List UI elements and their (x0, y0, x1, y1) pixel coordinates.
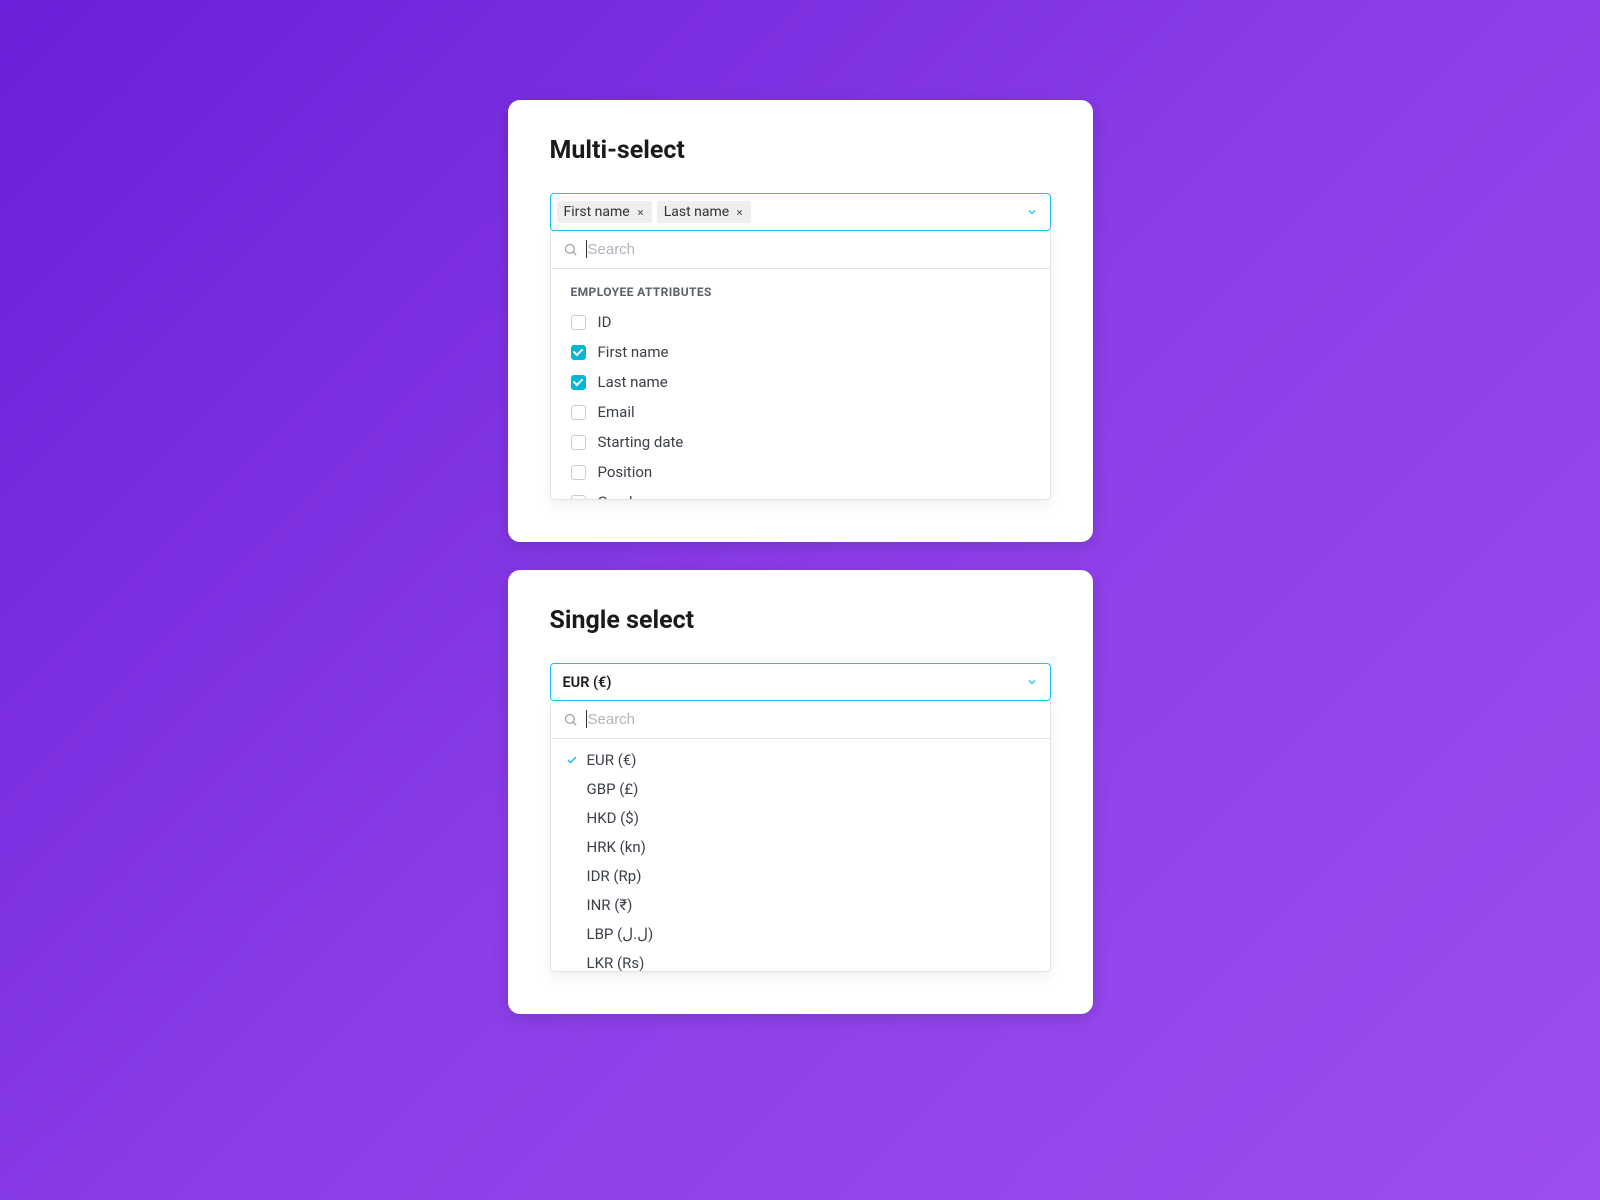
multi-select-option[interactable]: ID (551, 307, 1050, 337)
option-label: Starting date (598, 433, 684, 451)
single-select-option[interactable]: LBP (ل.ل) (551, 919, 1050, 948)
single-select-value: EUR (€) (563, 674, 612, 691)
option-label: Email (598, 403, 635, 421)
multi-select-option[interactable]: Last name (551, 367, 1050, 397)
option-label: Gender (598, 493, 646, 499)
close-icon[interactable] (735, 208, 744, 217)
multi-select-option[interactable]: Starting date (551, 427, 1050, 457)
checkbox[interactable] (571, 345, 586, 360)
chip-label: Last name (664, 204, 729, 220)
multi-select-option[interactable]: First name (551, 337, 1050, 367)
option-label: HKD ($) (587, 809, 639, 827)
single-select-options-list: EUR (€) GBP (£) HKD ($) HRK (kn) IDR (Rp) INR… (551, 739, 1050, 971)
multi-select-card: Multi-select First name Last name EMPLOYE… (508, 100, 1093, 542)
single-select-option[interactable]: HKD ($) (551, 803, 1050, 832)
chip: First name (557, 201, 652, 223)
option-label: First name (598, 343, 669, 361)
single-select-box[interactable]: EUR (€) (550, 663, 1051, 701)
single-select-dropdown: EUR (€) GBP (£) HKD ($) HRK (kn) IDR (Rp) INR… (550, 700, 1051, 972)
multi-select-search-row (551, 230, 1050, 269)
search-icon (563, 242, 578, 257)
multi-select-box[interactable]: First name Last name (550, 193, 1051, 231)
option-label: GBP (£) (587, 780, 639, 798)
multi-select-title: Multi-select (550, 136, 1051, 165)
single-select-option[interactable]: EUR (€) (551, 745, 1050, 774)
option-label: Position (598, 463, 653, 481)
single-select-option[interactable]: LKR (Rs) (551, 948, 1050, 971)
checkmark-icon (565, 754, 579, 766)
checkbox[interactable] (571, 375, 586, 390)
multi-select-option[interactable]: Email (551, 397, 1050, 427)
single-select-option[interactable]: GBP (£) (551, 774, 1050, 803)
option-label: EUR (€) (587, 751, 637, 769)
single-select-control: EUR (€) EUR (€) GBP (£) HKD ($) HRK (kn) IDR… (550, 663, 1051, 972)
close-icon[interactable] (636, 208, 645, 217)
option-label: LBP (ل.ل) (587, 925, 654, 943)
multi-select-group-header: EMPLOYEE ATTRIBUTES (551, 277, 1050, 307)
option-label: Last name (598, 373, 668, 391)
multi-select-control: First name Last name EMPLOYEE ATTRIBUTES … (550, 193, 1051, 500)
multi-select-option[interactable]: Position (551, 457, 1050, 487)
single-select-option[interactable]: HRK (kn) (551, 832, 1050, 861)
multi-select-search-input[interactable] (586, 240, 1038, 258)
chevron-down-icon[interactable] (1026, 206, 1038, 218)
multi-select-option[interactable]: Gender (551, 487, 1050, 499)
single-select-title: Single select (550, 606, 1051, 635)
option-label: LKR (Rs) (587, 954, 645, 972)
multi-select-options-list: EMPLOYEE ATTRIBUTES ID First name Last nam… (551, 269, 1050, 499)
option-label: INR (₹) (587, 896, 633, 914)
search-icon (563, 712, 578, 727)
checkbox[interactable] (571, 435, 586, 450)
chip: Last name (657, 201, 751, 223)
chevron-down-icon[interactable] (1026, 676, 1038, 688)
checkbox[interactable] (571, 465, 586, 480)
single-select-card: Single select EUR (€) EUR (€) GBP (£) HKD … (508, 570, 1093, 1014)
single-select-option[interactable]: INR (₹) (551, 890, 1050, 919)
chip-label: First name (564, 204, 630, 220)
option-label: ID (598, 313, 612, 331)
single-select-search-row (551, 700, 1050, 739)
option-label: IDR (Rp) (587, 867, 642, 885)
single-select-search-input[interactable] (586, 710, 1038, 728)
checkbox[interactable] (571, 495, 586, 500)
single-select-option[interactable]: IDR (Rp) (551, 861, 1050, 890)
option-label: HRK (kn) (587, 838, 646, 856)
checkbox[interactable] (571, 405, 586, 420)
multi-select-dropdown: EMPLOYEE ATTRIBUTES ID First name Last nam… (550, 230, 1051, 500)
checkbox[interactable] (571, 315, 586, 330)
